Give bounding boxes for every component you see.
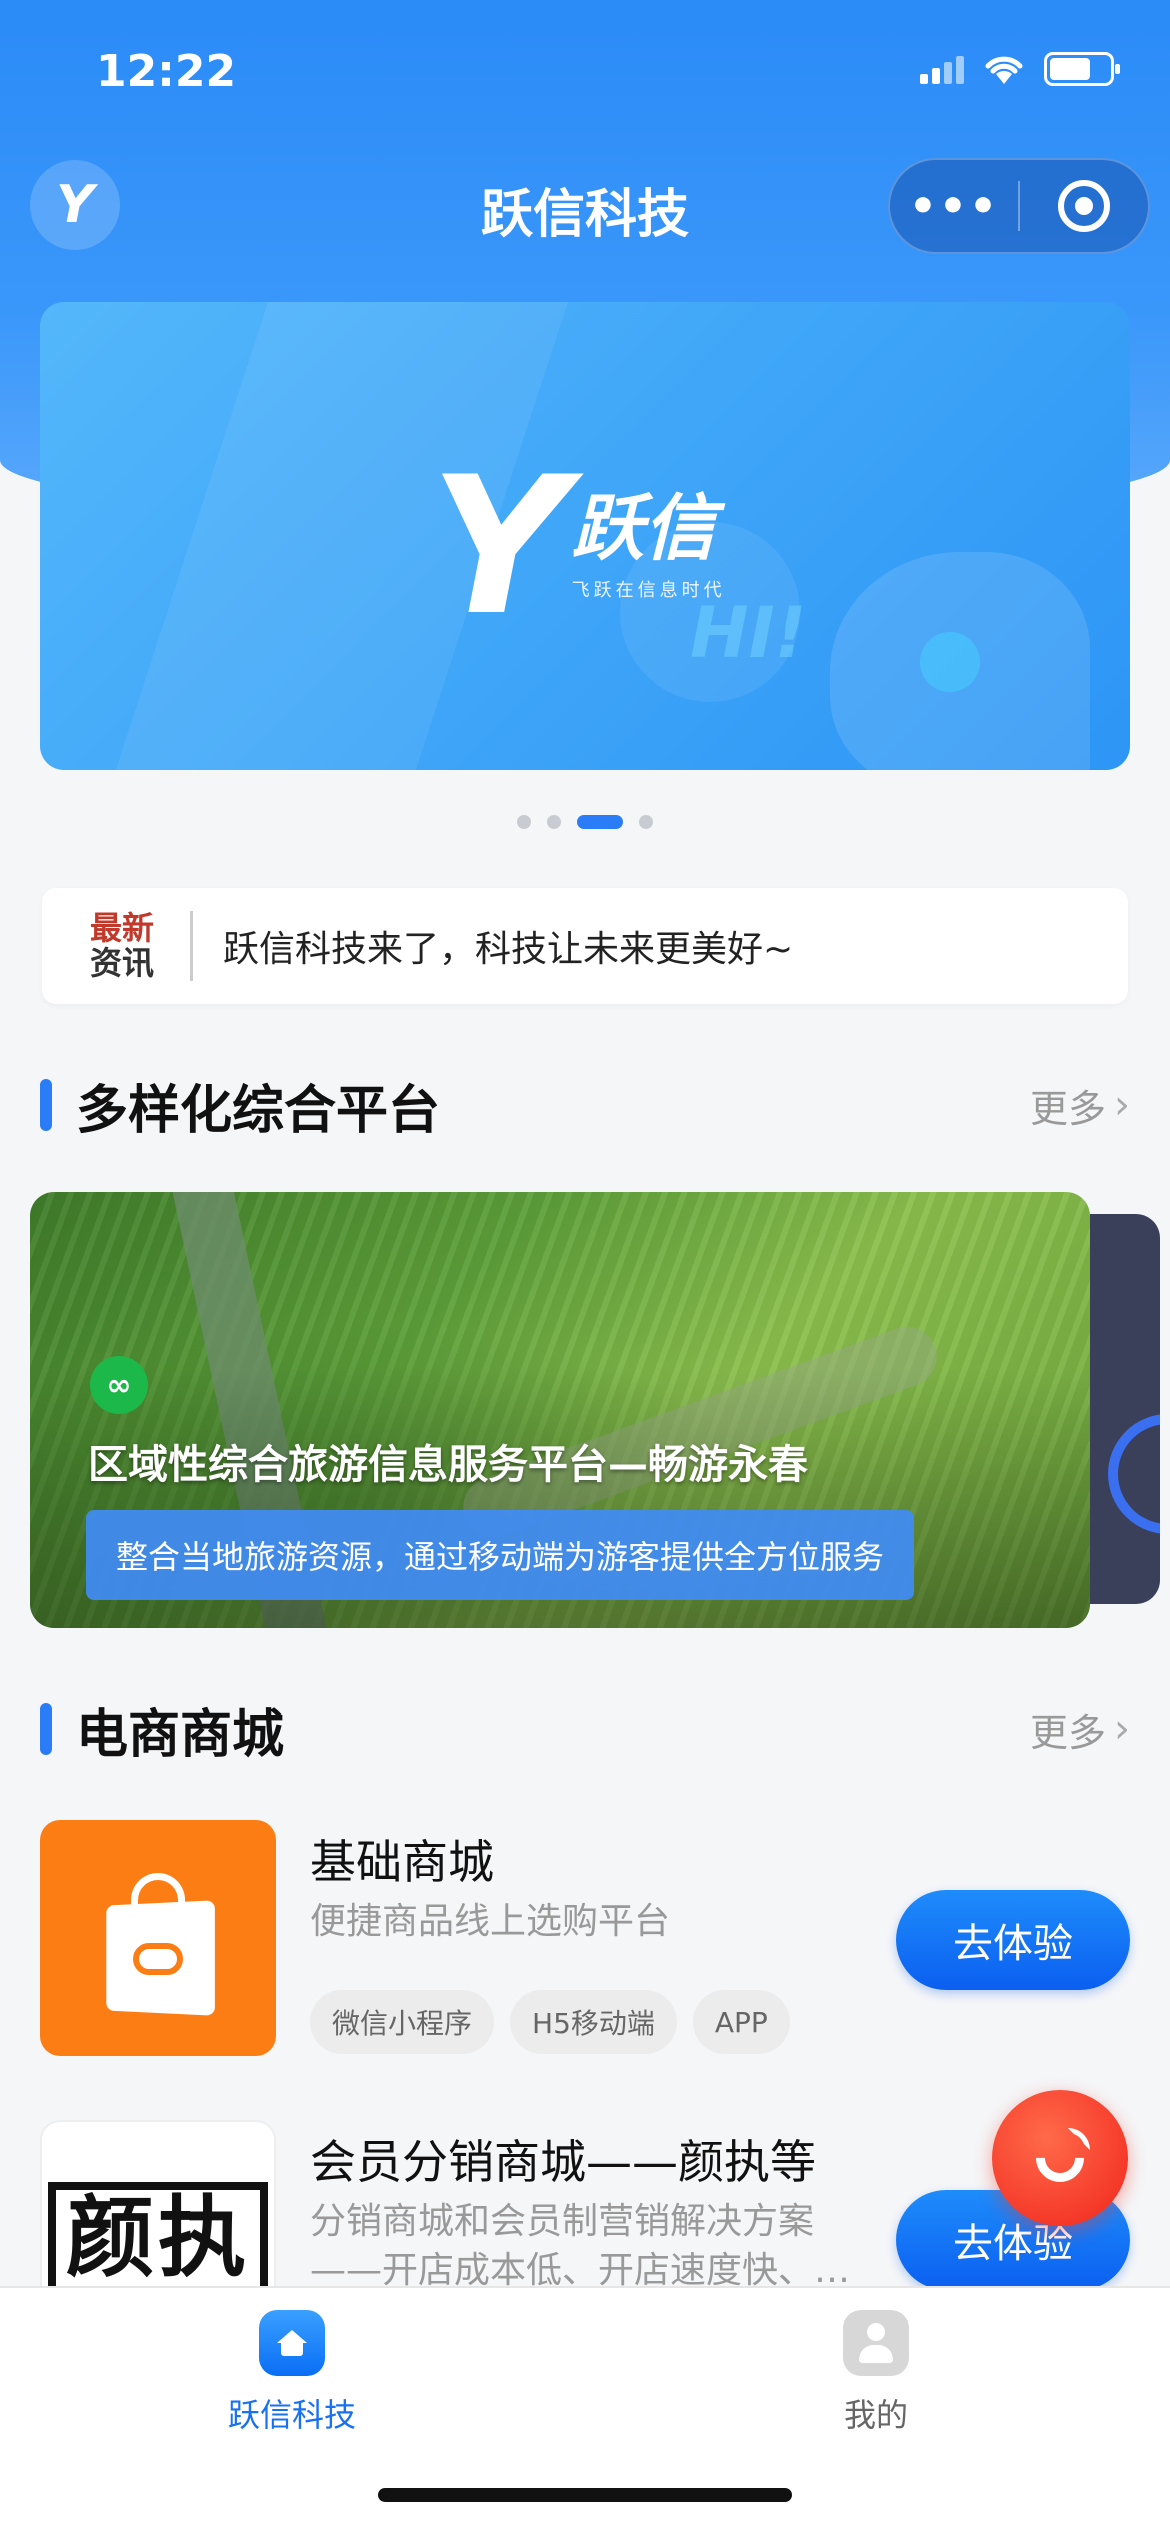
carousel-dot-active[interactable] [577,815,623,829]
platform-card[interactable]: ∞ 区域性综合旅游信息服务平台—畅游永春 整合当地旅游资源，通过移动端为游客提供… [30,1192,1090,1628]
wifi-icon [985,56,1023,84]
product-title: 基础商城 [310,1835,494,1889]
status-icons [920,52,1120,86]
call-button[interactable] [992,2090,1128,2226]
chevron-right-icon: › [1114,1706,1130,1752]
tab-me[interactable]: 我的 [726,2310,1026,2436]
status-time: 12:22 [96,46,237,97]
home-indicator [378,2488,792,2502]
carousel-dot[interactable] [639,815,653,829]
more-label: 更多 [1029,1086,1106,1131]
banner-brand: 跃信 飞跃在信息时代 [572,492,726,602]
carousel-dot[interactable] [517,815,531,829]
banner-logo: Y 跃信 飞跃在信息时代 [430,452,726,642]
section-title: 电商商城 [76,1704,285,1765]
banner-logo-mark: Y [430,436,568,657]
banner-brand-name: 跃信 [571,486,716,570]
platform-card-desc: 整合当地旅游资源，通过移动端为游客提供全方位服务 [86,1510,915,1600]
news-badge-line2: 资讯 [89,944,154,982]
news-badge-line1: 最新 [89,909,154,948]
more-label: 更多 [1029,1710,1106,1755]
carousel-dot[interactable] [547,815,561,829]
news-text[interactable]: 跃信科技来了，科技让未来更美好~ [223,920,793,972]
next-card-peek[interactable] [1090,1214,1160,1604]
news-ticker[interactable]: 最新 资讯 跃信科技来了，科技让未来更美好~ [42,888,1128,1004]
product-image [40,1820,276,2056]
link-icon: ∞ [90,1356,148,1414]
more-link[interactable]: 更多 › [1030,1702,1130,1757]
news-badge: 最新 资讯 [62,911,182,980]
section-accent-bar [40,1079,52,1131]
tab-label: 我的 [843,2396,908,2434]
tab-home[interactable]: 跃信科技 [142,2310,442,2436]
product-tag: 微信小程序 [310,1990,495,2054]
try-button[interactable]: 去体验 [896,1890,1130,1990]
product-subtitle: 分销商城和会员制营销解决方案——开店成本低、开店速度快、… [310,2201,851,2291]
chevron-right-icon: › [1114,1082,1130,1128]
user-icon [843,2310,909,2376]
signal-icon [920,54,964,84]
product-logo-text: 颜执 [47,2182,268,2294]
target-icon [1057,180,1110,232]
more-link[interactable]: 更多 › [1030,1078,1130,1133]
phone-icon [1026,2124,1094,2192]
more-menu-button[interactable]: ••• [890,181,1018,232]
section-accent-bar [40,1703,52,1755]
banner-slogan: 飞跃在信息时代 [571,580,726,601]
banner-decoration [920,632,980,692]
miniprogram-capsule: ••• [888,158,1150,254]
section-title: 多样化综合平台 [76,1080,441,1141]
product-title: 会员分销商城——颜执等 [310,2135,816,2189]
banner-carousel[interactable]: HI! Y 跃信 飞跃在信息时代 [40,302,1130,770]
home-icon [259,2310,325,2376]
platform-card-title: 区域性综合旅游信息服务平台—畅游永春 [88,1442,808,1488]
platform-carousel[interactable]: ∞ 区域性综合旅游信息服务平台—畅游永春 整合当地旅游资源，通过移动端为游客提供… [30,1192,1160,1628]
product-tags: 微信小程序 H5移动端 APP [310,1990,790,2054]
product-item[interactable]: 基础商城 便捷商品线上选购平台 微信小程序 H5移动端 APP 去体验 [40,1820,1130,2070]
section-header-platform: 多样化综合平台 更多 › [40,1070,1130,1141]
status-bar: 12:22 [0,0,1170,150]
news-divider [190,911,193,981]
product-tag: H5移动端 [510,1990,677,2054]
battery-icon [1044,52,1120,86]
section-header-ecommerce: 电商商城 更多 › [40,1694,1130,1765]
product-subtitle: 便捷商品线上选购平台 [310,1901,671,1942]
product-tag: APP [692,1990,790,2054]
tab-label: 跃信科技 [227,2396,356,2434]
carousel-indicator [0,815,1170,829]
close-miniprogram-button[interactable] [1020,180,1148,232]
shopping-bag-icon [103,1873,215,2016]
